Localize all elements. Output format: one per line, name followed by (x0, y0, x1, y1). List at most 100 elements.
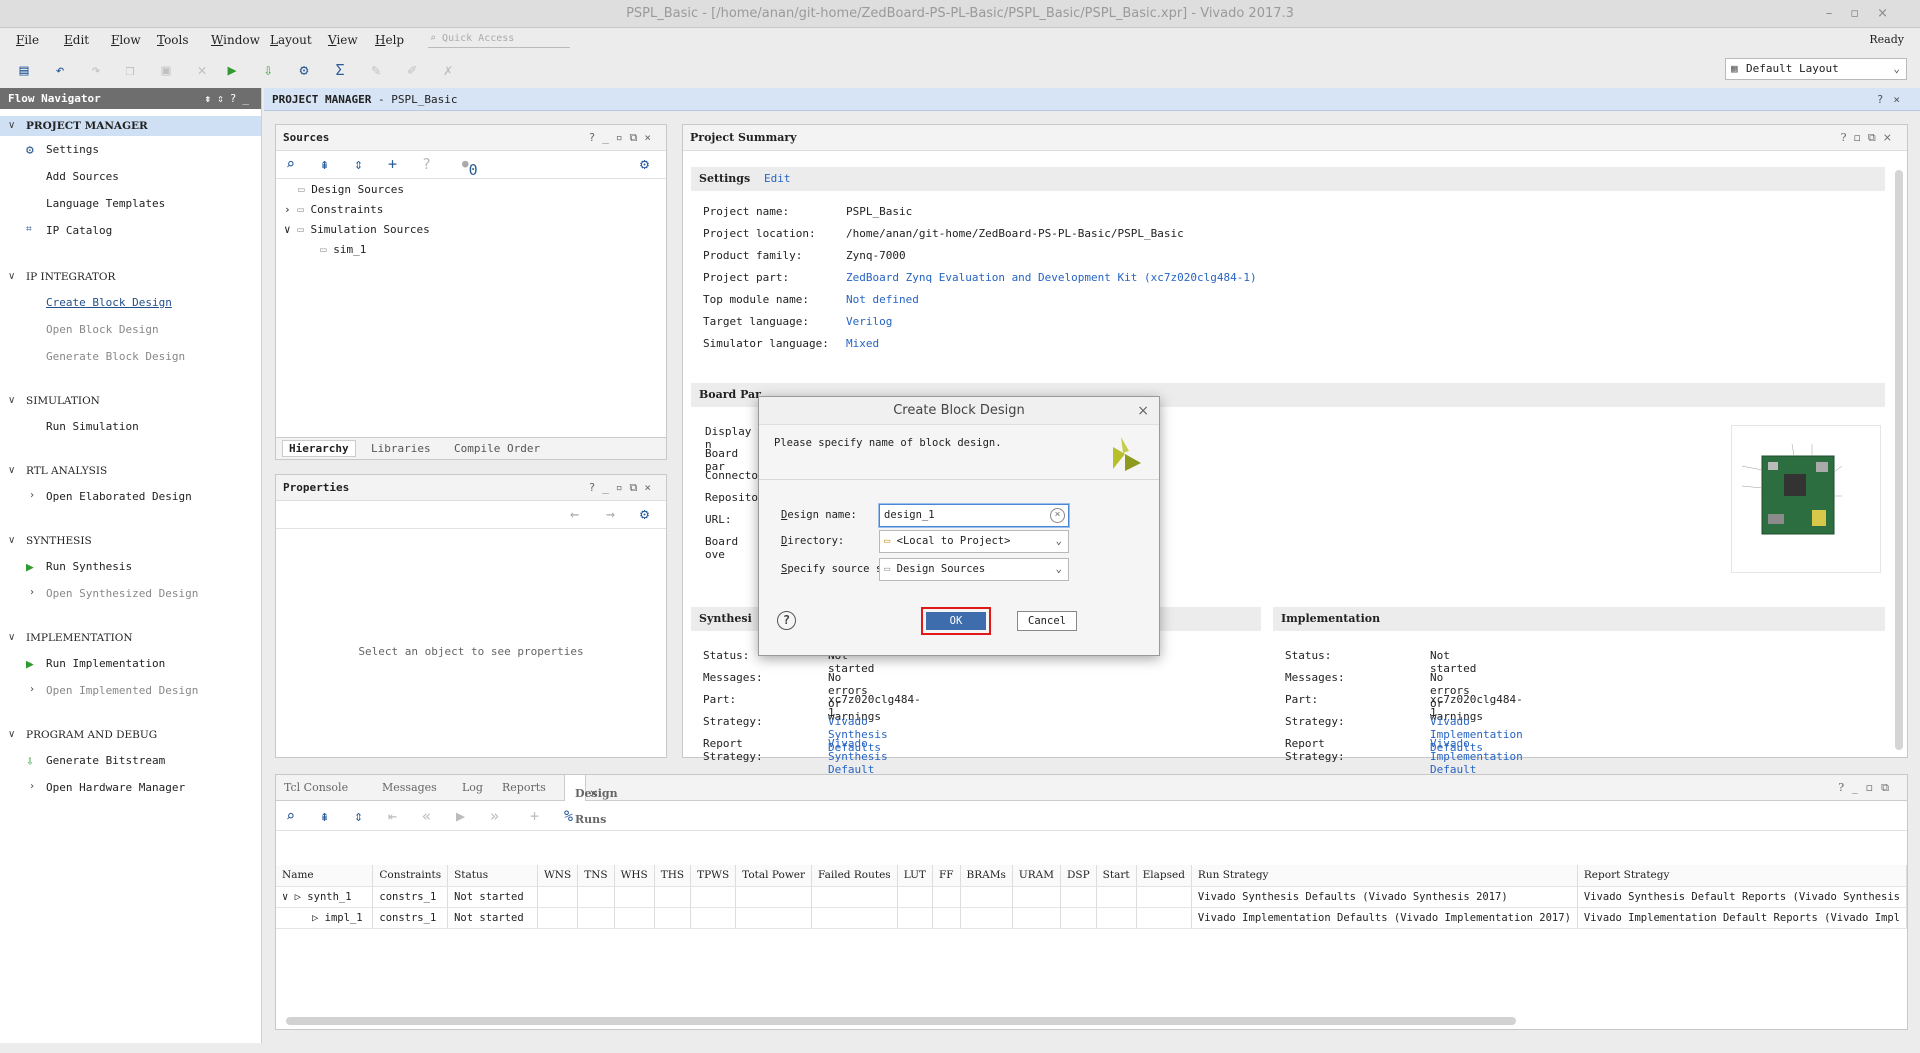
redo-icon[interactable]: ↷ (86, 60, 106, 80)
debug-icon[interactable]: ✐ (402, 60, 422, 80)
nav-section-rtl-analysis[interactable]: ∨ RTL ANALYSIS (8, 465, 107, 477)
cross-tool-icon[interactable]: ✗ (438, 60, 458, 80)
program-icon[interactable]: ⇩ (258, 60, 278, 80)
nav-item-generate-bitstream[interactable]: ⇩ Generate Bitstream (26, 754, 165, 769)
panel-controls-icon[interactable]: ?▫⧉× (1841, 125, 1899, 151)
table-row[interactable]: ∨ ▷ synth_1 constrs_1 Not started Vivado… (276, 886, 1908, 908)
menu-file[interactable]: File (16, 33, 39, 47)
clear-icon[interactable]: × (1050, 508, 1065, 523)
tree-item-sim-1[interactable]: ▭ sim_1 (320, 243, 366, 256)
menu-layout[interactable]: Layout (270, 33, 312, 47)
forward-icon[interactable]: → (606, 505, 615, 523)
collapse-all-icon[interactable]: ⇞ (320, 807, 329, 825)
value-top-module-link[interactable]: Not defined (846, 293, 919, 306)
value-simulator-language-link[interactable]: Mixed (846, 337, 879, 350)
menu-help[interactable]: Help (375, 33, 404, 47)
menu-view[interactable]: View (328, 33, 358, 47)
tree-item-constraints[interactable]: › ▭ Constraints (284, 203, 383, 216)
tab-compile-order[interactable]: Compile Order (454, 442, 540, 455)
panel-controls-icon[interactable]: ?_▫⧉× (589, 125, 658, 151)
nav-item-settings[interactable]: ⚙ Settings (26, 143, 99, 158)
nav-item-ip-catalog[interactable]: ⌗ IP Catalog (26, 224, 112, 237)
nav-item-open-synthesized-design[interactable]: › Open Synthesized Design (29, 587, 198, 600)
add-icon[interactable]: + (530, 807, 539, 825)
quick-access-input[interactable]: ⌕ Quick Access (428, 30, 570, 48)
nav-section-ip-integrator[interactable]: ∨ IP INTEGRATOR (8, 271, 115, 283)
add-icon[interactable]: + (388, 155, 397, 173)
nav-item-open-block-design[interactable]: Open Block Design (46, 323, 159, 336)
rewind-icon[interactable]: « (422, 807, 431, 825)
back-icon[interactable]: ← (570, 505, 579, 523)
tab-messages[interactable]: Messages (382, 781, 437, 794)
nav-item-add-sources[interactable]: Add Sources (46, 170, 119, 183)
nav-item-open-hardware-manager[interactable]: › Open Hardware Manager (29, 781, 185, 794)
collapse-all-icon[interactable]: ⇞ (320, 155, 329, 173)
run-icon[interactable]: ▶ (222, 60, 242, 80)
menu-window[interactable]: Window (211, 33, 260, 47)
directory-select[interactable]: ▭ <Local to Project> ⌄ (879, 530, 1069, 553)
search-icon[interactable]: ⌕ (286, 155, 295, 173)
tab-libraries[interactable]: Libraries (371, 442, 431, 455)
gear-icon[interactable]: ⚙ (640, 155, 649, 173)
nav-section-simulation[interactable]: ∨ SIMULATION (8, 395, 100, 407)
menu-edit[interactable]: Edit (64, 33, 89, 47)
first-icon[interactable]: ⇤ (388, 807, 397, 825)
paste-icon[interactable]: ▣ (156, 60, 176, 80)
copy-icon[interactable]: ❐ (120, 60, 140, 80)
gear-icon[interactable]: ⚙ (640, 505, 649, 523)
nav-section-synthesis[interactable]: ∨ SYNTHESIS (8, 535, 92, 547)
panel-controls-icon[interactable]: ⇟⇕?_ (205, 88, 256, 109)
window-controls[interactable]: –▫× (1826, 0, 1906, 28)
panel-controls-icon[interactable]: ?_▫⧉ (1838, 781, 1897, 795)
delete-icon[interactable]: ✕ (192, 60, 212, 80)
menu-tools[interactable]: Tools (157, 33, 189, 47)
wrench-icon[interactable]: ✎ (366, 60, 386, 80)
panel-help-close-icon[interactable]: ?× (1877, 88, 1910, 111)
open-project-icon[interactable]: ▤ (14, 60, 34, 80)
nav-item-open-elaborated-design[interactable]: › Open Elaborated Design (29, 490, 192, 503)
search-icon[interactable]: ⌕ (286, 807, 295, 825)
panel-controls-icon[interactable]: ?_▫⧉× (589, 475, 658, 501)
play-icon[interactable]: ▶ (456, 807, 465, 825)
runs-horizontal-scrollbar[interactable] (286, 1017, 1516, 1025)
nav-item-language-templates[interactable]: Language Templates (46, 197, 165, 210)
expand-all-icon[interactable]: ⇕ (354, 155, 363, 173)
tab-reports[interactable]: Reports (502, 781, 546, 794)
nav-section-project-manager[interactable]: ∨ PROJECT MANAGER (0, 116, 261, 136)
edit-settings-link[interactable]: Edit (764, 172, 791, 185)
layout-selector[interactable]: ▦ Default Layout ⌄ (1725, 58, 1907, 80)
cancel-button[interactable]: Cancel (1017, 611, 1077, 631)
value-project-part-link[interactable]: ZedBoard Zynq Evaluation and Development… (846, 271, 1257, 284)
tab-tcl-console[interactable]: Tcl Console (284, 781, 348, 794)
table-row[interactable]: ▷ impl_1 constrs_1 Not started Vivado Im… (276, 907, 1908, 929)
nav-item-generate-block-design[interactable]: Generate Block Design (46, 350, 185, 363)
nav-item-open-implemented-design[interactable]: › Open Implemented Design (29, 684, 198, 697)
info-icon[interactable]: ? (422, 155, 431, 173)
nav-section-implementation[interactable]: ∨ IMPLEMENTATION (8, 632, 133, 644)
percent-icon[interactable]: % (564, 807, 573, 825)
settings-gear-icon[interactable]: ⚙ (294, 60, 314, 80)
tab-log[interactable]: Log (462, 781, 483, 794)
source-set-select[interactable]: ▭ Design Sources ⌄ (879, 558, 1069, 581)
tree-item-simulation-sources[interactable]: ∨ ▭ Simulation Sources (284, 223, 430, 236)
tab-design-runs[interactable]: Design Runs × (564, 775, 618, 826)
sigma-icon[interactable]: Σ (330, 60, 350, 80)
undo-icon[interactable]: ↶ (50, 60, 70, 80)
summary-scrollbar[interactable] (1895, 170, 1903, 750)
label-simulator-language: Simulator language: (703, 337, 829, 350)
nav-section-program-and-debug[interactable]: ∨ PROGRAM AND DEBUG (8, 729, 157, 741)
tree-item-design-sources[interactable]: ▭ Design Sources (298, 183, 404, 196)
value-target-language-link[interactable]: Verilog (846, 315, 892, 328)
close-icon[interactable]: × (1137, 397, 1149, 425)
menu-flow[interactable]: Flow (111, 33, 141, 47)
help-icon[interactable]: ? (777, 611, 796, 630)
ok-button[interactable]: OK (926, 612, 986, 630)
nav-item-run-synthesis[interactable]: ▶ Run Synthesis (26, 560, 132, 575)
nav-item-run-simulation[interactable]: Run Simulation (46, 420, 139, 433)
nav-item-create-block-design[interactable]: Create Block Design (46, 296, 172, 309)
design-name-input[interactable]: design_1 × (879, 504, 1069, 527)
fast-forward-icon[interactable]: » (490, 807, 499, 825)
expand-all-icon[interactable]: ⇕ (354, 807, 363, 825)
nav-item-run-implementation[interactable]: ▶ Run Implementation (26, 657, 165, 672)
tab-hierarchy[interactable]: Hierarchy (282, 440, 356, 457)
